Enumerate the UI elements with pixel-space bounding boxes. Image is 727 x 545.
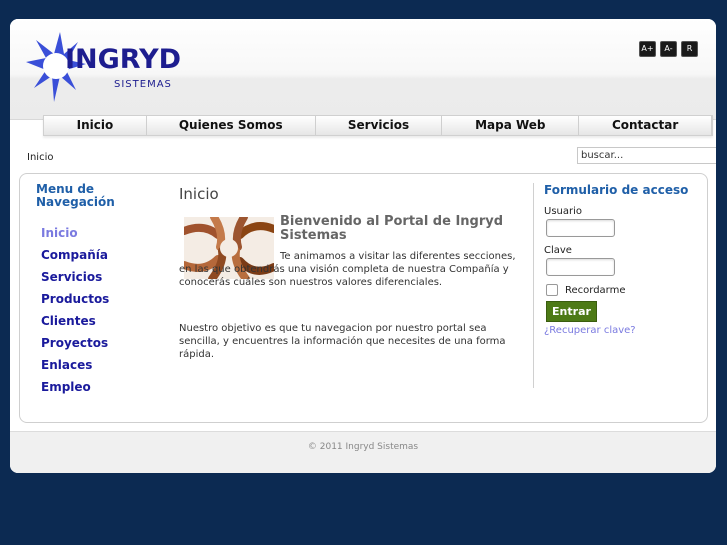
font-size-controls: A+ A- R [639,41,698,57]
remember-checkbox[interactable] [546,284,558,296]
sidebar-item-enlaces[interactable]: Enlaces [36,354,166,376]
password-label: Clave [544,245,572,256]
column-divider [533,183,534,388]
main-content: Inicio Bienvenido al Portal de Ingryd Si… [179,185,524,360]
welcome-paragraph-1-text: Te animamos a visitar las diferentes sec… [179,251,516,288]
sidebar-item-proyectos[interactable]: Proyectos [36,332,166,354]
sidebar-item-clientes[interactable]: Clientes [36,310,166,332]
sidebar-item-inicio[interactable]: Inicio [36,222,166,244]
sidebar-item-empleo[interactable]: Empleo [36,376,166,398]
username-field[interactable] [546,219,615,237]
breadcrumb[interactable]: Inicio [27,152,53,163]
welcome-paragraph-1: Te animamos a visitar las diferentes sec… [179,250,524,289]
page-shell: INGRYD SISTEMAS A+ A- R Inicio Quienes S… [10,19,716,473]
nav-item-contactar[interactable]: Contactar [579,116,712,135]
copyright: © 2011 Ingryd Sistemas [307,442,419,452]
welcome-title: Bienvenido al Portal de Ingryd Sistemas [280,214,504,243]
username-label: Usuario [544,206,583,217]
brand-name: INGRYD [65,44,182,75]
page-title: Inicio [179,185,219,203]
nav-item-quienes-somos[interactable]: Quienes Somos [147,116,316,135]
main-nav: Inicio Quienes Somos Servicios Mapa Web … [43,115,713,136]
remember-label: Recordarme [565,284,626,296]
sidebar-item-productos[interactable]: Productos [36,288,166,310]
font-reset-button[interactable]: R [681,41,698,57]
sidebar-item-compania[interactable]: Compañía [36,244,166,266]
nav-item-servicios[interactable]: Servicios [316,116,443,135]
search-input[interactable] [577,147,716,164]
welcome-paragraph-2: Nuestro objetivo es que tu navegacion po… [179,323,506,360]
header: INGRYD SISTEMAS A+ A- R [10,19,716,120]
footer: © 2011 Ingryd Sistemas [10,431,716,473]
password-field[interactable] [546,258,615,276]
remember-row: Recordarme [546,284,704,296]
login-title: Formulario de acceso [544,183,689,197]
sidebar: Menu de Navegación Inicio Compañía Servi… [36,183,166,398]
login-form: Formulario de acceso Usuario Clave Recor… [544,183,704,336]
brand-subtitle: SISTEMAS [114,79,172,90]
nav-item-mapa-web[interactable]: Mapa Web [442,116,580,135]
recover-password-link[interactable]: ¿Recuperar clave? [544,325,704,336]
nav-item-inicio[interactable]: Inicio [44,116,147,135]
sidebar-title: Menu de Navegación [36,182,115,209]
font-increase-button[interactable]: A+ [639,41,656,57]
login-submit-button[interactable]: Entrar [546,301,597,322]
font-decrease-button[interactable]: A- [660,41,677,57]
brand-logo[interactable]: INGRYD SISTEMAS [26,32,186,104]
sidebar-item-servicios[interactable]: Servicios [36,266,166,288]
content-area: Menu de Navegación Inicio Compañía Servi… [19,173,708,423]
